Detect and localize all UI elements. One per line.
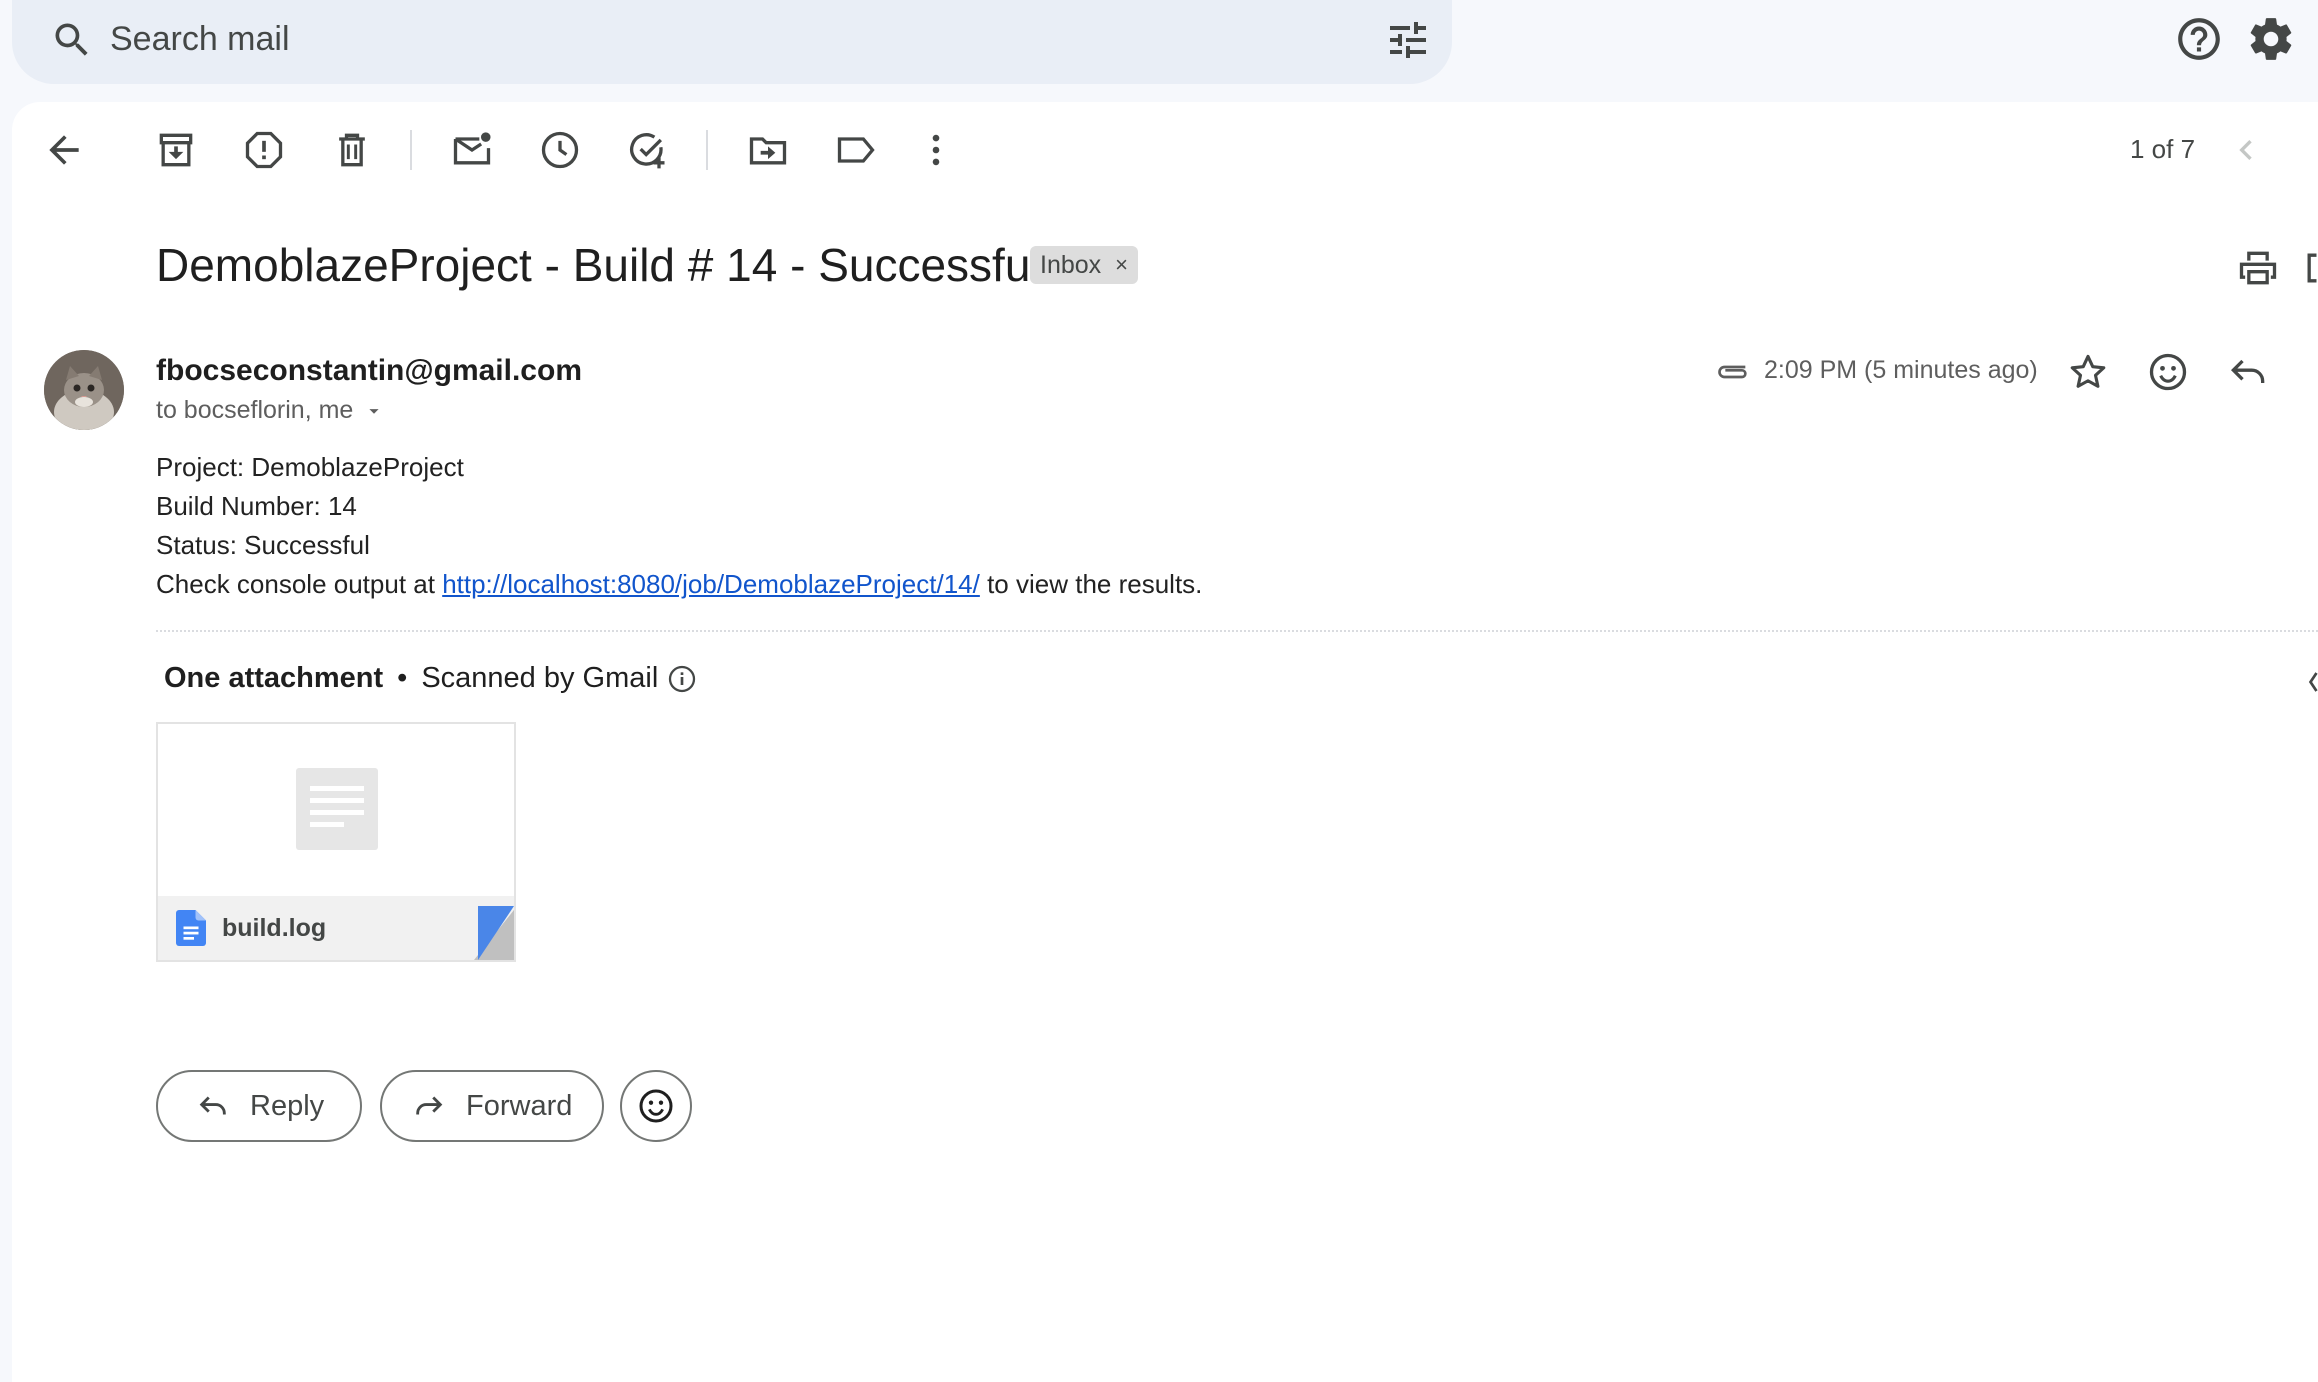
attachment-preview[interactable] [158,724,514,896]
sender-email[interactable]: fbocseconstantin@gmail.com [156,354,582,388]
back-arrow-icon[interactable] [42,128,86,172]
move-to-folder-icon[interactable] [746,128,790,172]
attachment-paperclip-icon [1718,365,1747,379]
email-timestamp: 2:09 PM (5 minutes ago) [1764,356,2038,384]
console-prefix: Check console output at [156,569,443,599]
emoji-reaction-icon[interactable] [2146,350,2190,394]
delete-trash-icon[interactable] [330,128,374,172]
console-suffix: to view the results. [979,569,1203,599]
attachment-footer[interactable]: build.log [158,896,514,960]
email-body: Project: DemoblazeProject Build Number: … [156,448,1202,604]
email-subject: DemoblazeProject - Build # 14 - Successf… [156,239,1054,291]
add-to-tasks-icon[interactable] [626,128,670,172]
pagination-count: 1 of 7 [2130,134,2196,164]
report-spam-icon[interactable] [242,128,286,172]
console-output-link[interactable]: http://localhost:8080/job/DemoblazeProje… [442,569,980,599]
label-tag-icon[interactable] [834,128,878,172]
archive-icon[interactable] [154,128,198,172]
body-line-project: Project: DemoblazeProject [156,452,464,482]
reply-label: Reply [250,1089,325,1122]
help-icon[interactable] [2174,14,2224,64]
open-new-window-icon[interactable] [2304,246,2318,290]
print-icon[interactable] [2236,246,2280,290]
caret-down-icon[interactable] [363,400,385,422]
chevron-left-icon[interactable] [2306,664,2318,700]
label-chip-text: Inbox [1040,250,1102,279]
document-preview-icon [296,768,378,850]
attachment-filename: build.log [222,914,327,942]
emoji-react-button[interactable] [620,1070,692,1142]
attachment-card[interactable]: build.log [156,722,516,962]
search-icon[interactable] [50,18,94,62]
separator-dot: • [397,662,408,694]
attachments-header: One attachment • Scanned by Gmail [164,662,698,695]
body-line-console: Check console output at http://localhost… [156,565,1202,604]
sender-avatar[interactable] [44,350,124,430]
forward-arrow-icon [416,1096,443,1115]
forward-button[interactable]: Forward [380,1070,604,1142]
cat-avatar-image [44,350,124,430]
recipients-line[interactable]: to bocseflorin, me [156,396,385,425]
emoji-icon [639,1089,673,1123]
snooze-clock-icon[interactable] [538,128,582,172]
mark-unread-icon[interactable] [450,128,494,172]
toolbar-divider [706,130,708,170]
inbox-label-chip: Inbox × [1030,246,1139,284]
star-icon[interactable] [2066,350,2110,394]
forward-label: Forward [466,1089,573,1122]
reply-arrow-icon[interactable] [2226,350,2270,394]
toolbar-divider [410,130,412,170]
attachments-divider [156,630,2318,632]
search-input[interactable] [110,14,1310,64]
chevron-left-icon[interactable] [2226,128,2266,172]
attachment-count: One attachment [164,662,384,694]
body-line-status: Status: Successful [156,530,370,560]
folded-corner-icon [474,906,514,960]
scanned-by-gmail: Scanned by Gmail [421,662,659,694]
body-line-build-number: Build Number: 14 [156,491,357,521]
reply-arrow-icon [199,1096,226,1115]
settings-gear-icon[interactable] [2246,14,2296,64]
info-icon[interactable] [666,663,698,695]
more-options-icon[interactable] [914,128,958,172]
reply-button[interactable]: Reply [156,1070,362,1142]
remove-label-icon[interactable]: × [1115,252,1128,278]
doc-icon [176,910,206,946]
search-options-icon[interactable] [1384,16,1432,64]
recipients-text: to bocseflorin, me [156,396,354,424]
search-bar[interactable] [12,0,1452,84]
